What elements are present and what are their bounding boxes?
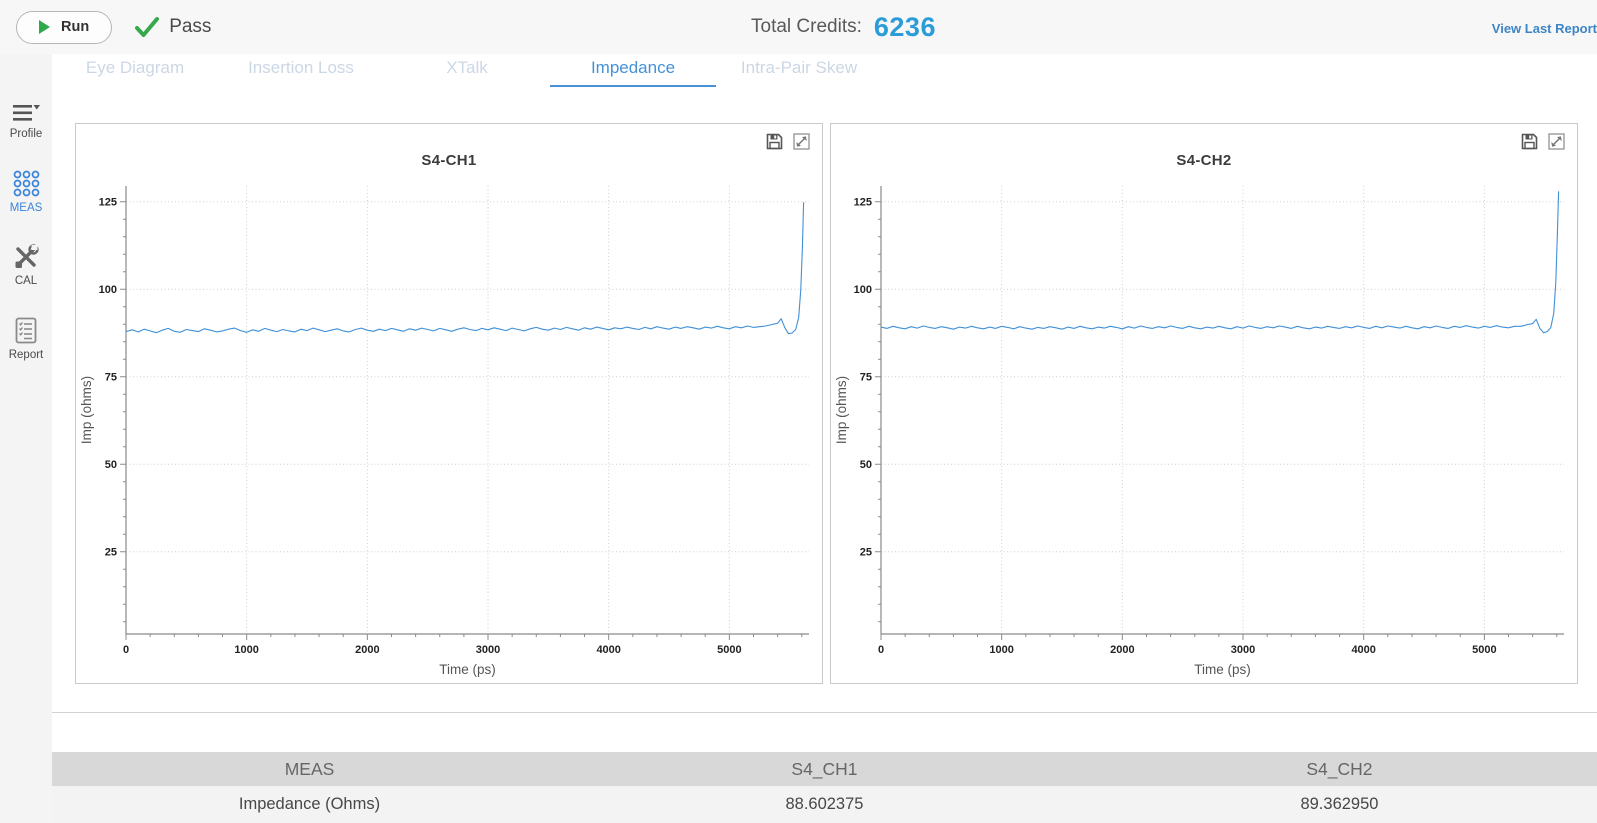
measurement-table: MEAS S4_CH1 S4_CH2 Impedance (Ohms) 88.6023…	[52, 752, 1597, 823]
tab-xtalk[interactable]: XTalk	[384, 54, 550, 87]
sidebar-item-profile[interactable]: Profile	[9, 104, 43, 140]
table-cell: Impedance (Ohms)	[52, 786, 567, 823]
svg-text:125: 125	[99, 196, 117, 208]
run-button-label: Run	[61, 19, 90, 35]
svg-text:0: 0	[123, 644, 129, 656]
svg-text:0: 0	[878, 644, 884, 656]
menu-caret-icon	[12, 105, 40, 121]
checkmark-icon	[135, 17, 160, 37]
table-header-cell: S4_CH2	[1081, 752, 1597, 786]
credits-value: 6236	[873, 11, 936, 42]
svg-text:100: 100	[854, 284, 872, 296]
sidebar-item-cal[interactable]: CAL	[13, 244, 39, 287]
svg-text:1000: 1000	[234, 644, 258, 656]
sidebar-item-label: Report	[8, 349, 44, 361]
credits-label: Total Credits:	[751, 16, 862, 37]
tab-insertion-loss[interactable]: Insertion Loss	[218, 54, 384, 87]
svg-text:5000: 5000	[1472, 644, 1496, 656]
impedance-chart-ch1: 0 1000 2000 3000 4000 5000 25 50 75 100 125 Time (p…	[79, 186, 809, 677]
view-last-report-link[interactable]: View Last Report	[1492, 21, 1597, 36]
run-button[interactable]: Run	[16, 10, 113, 44]
sidebar: Profile MEAS CAL Report	[0, 54, 52, 823]
top-bar: Run Pass Total Credits: 6236 View Last R…	[0, 0, 1597, 54]
svg-text:Imp (ohms): Imp (ohms)	[79, 376, 94, 444]
svg-text:3000: 3000	[476, 644, 500, 656]
svg-text:25: 25	[105, 546, 117, 558]
chart-panel-ch1: S4-CH1 0 1000 2000 3000 4000 5000 25 50 75 100 125…	[75, 123, 823, 684]
section-divider	[52, 712, 1597, 713]
svg-text:1000: 1000	[989, 644, 1013, 656]
impedance-chart-ch2: 0 1000 2000 3000 4000 5000 25 50 75 100 125 Time (p…	[834, 186, 1564, 677]
svg-text:125: 125	[854, 196, 872, 208]
svg-text:Imp (ohms): Imp (ohms)	[834, 376, 849, 444]
svg-text:Time (ps): Time (ps)	[1194, 662, 1251, 677]
table-cell: 89.362950	[1081, 786, 1597, 823]
sidebar-item-report[interactable]: Report	[8, 317, 44, 361]
sidebar-item-label: MEAS	[9, 202, 43, 214]
svg-text:3000: 3000	[1231, 644, 1255, 656]
pass-status-label: Pass	[169, 16, 212, 37]
report-checklist-icon	[15, 317, 37, 344]
svg-text:50: 50	[105, 459, 117, 471]
svg-text:75: 75	[105, 371, 117, 383]
sidebar-item-meas[interactable]: MEAS	[9, 170, 43, 214]
svg-text:2000: 2000	[1110, 644, 1134, 656]
table-row: Impedance (Ohms) 88.602375 89.362950	[52, 786, 1597, 823]
tab-eye-diagram[interactable]: Eye Diagram	[52, 54, 218, 87]
total-credits: Total Credits: 6236	[751, 0, 936, 54]
table-cell: 88.602375	[566, 786, 1082, 823]
tools-icon	[15, 244, 39, 268]
svg-text:4000: 4000	[1351, 644, 1375, 656]
table-header-row: MEAS S4_CH1 S4_CH2	[52, 752, 1597, 786]
table-header-cell: S4_CH1	[566, 752, 1082, 786]
tab-intra-pair-skew[interactable]: Intra-Pair Skew	[716, 54, 882, 87]
svg-text:4000: 4000	[596, 644, 620, 656]
app-root: Run Pass Total Credits: 6236 View Last R…	[0, 0, 1597, 823]
tab-impedance[interactable]: Impedance	[550, 54, 716, 87]
svg-text:2000: 2000	[355, 644, 379, 656]
pass-status: Pass	[134, 16, 211, 38]
svg-text:25: 25	[860, 546, 872, 558]
play-icon	[39, 20, 50, 34]
tab-strip: Eye Diagram Insertion Loss XTalk Impedan…	[52, 54, 882, 92]
table-header-cell: MEAS	[52, 752, 567, 786]
svg-text:5000: 5000	[717, 644, 741, 656]
sidebar-item-label: CAL	[14, 275, 38, 287]
svg-text:50: 50	[860, 459, 872, 471]
svg-text:Time (ps): Time (ps)	[439, 662, 496, 677]
grid-dots-icon	[13, 170, 39, 197]
svg-text:100: 100	[99, 284, 117, 296]
chart-panel-ch2: S4-CH2 0 1000 2000 3000 4000 5000 25 50 75 100 125…	[830, 123, 1578, 684]
svg-text:75: 75	[860, 371, 872, 383]
sidebar-item-label: Profile	[9, 128, 43, 140]
